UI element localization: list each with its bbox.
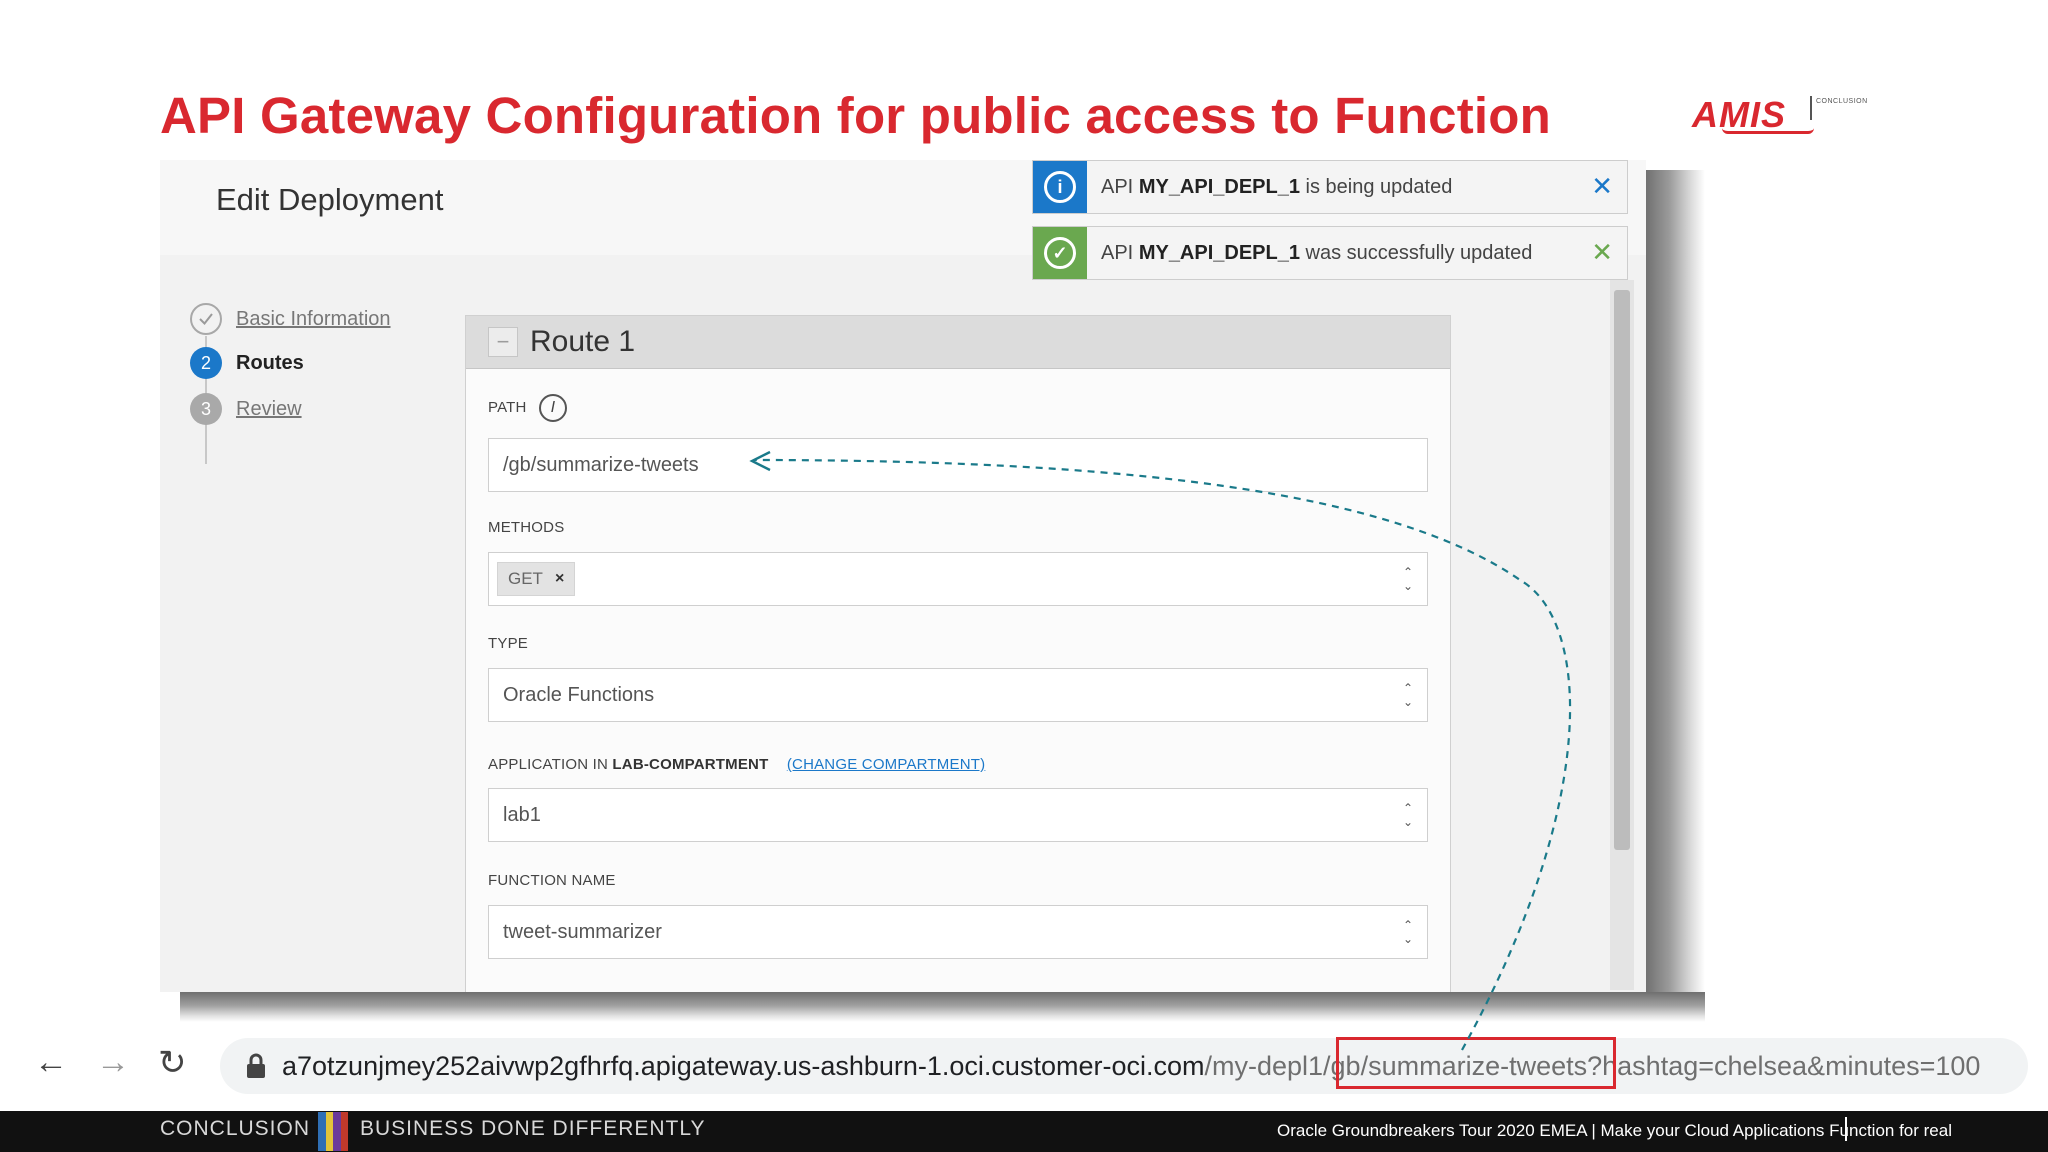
close-icon[interactable]: ✕ [1591,239,1613,265]
scrollbar[interactable] [1610,280,1634,990]
forward-arrow-icon[interactable]: → [96,1043,130,1082]
application-label: APPLICATION IN LAB-COMPARTMENT (CHANGE C… [488,756,985,773]
application-select[interactable]: lab1 ⌃ ⌄ [488,788,1428,842]
footer-event: Oracle Groundbreakers Tour 2020 EMEA | M… [1276,1121,1952,1140]
method-chip-label: GET [508,569,543,588]
address-bar[interactable]: a7otzunjmey252aivwp2gfhrfq.apigateway.us… [220,1038,2028,1094]
type-value: Oracle Functions [503,683,655,706]
path-value: /gb/summarize-tweets [503,453,699,476]
route-card: − Route 1 PATH i /gb/summarize-tweets ME… [465,315,1451,992]
text-cursor [1845,1117,1847,1141]
step-number: 2 [190,347,222,379]
route-title: Route 1 [530,325,636,358]
url-host: a7otzunjmey252aivwp2gfhrfq.apigateway.us… [282,1050,1205,1081]
url-query: ?hashtag=chelsea&minutes=100 [1587,1050,1981,1081]
back-arrow-icon[interactable]: ← [34,1043,68,1082]
select-arrows-icon: ⌃ ⌄ [1403,565,1413,593]
method-chip: GET × [497,562,576,596]
close-icon[interactable]: ✕ [1591,173,1613,199]
arrow-down-icon: ⌄ [1402,932,1413,946]
logo-tag: CONCLUSION [1816,98,1868,105]
function-name-select[interactable]: tweet-summarizer ⌃ ⌄ [488,905,1428,959]
edit-deployment-panel: Edit Deployment Basic Information 2 Rout… [160,160,1646,992]
step-review[interactable]: 3 Review [190,392,302,426]
notification-suffix: was successfully updated [1305,241,1533,264]
notification-prefix: API [1101,241,1134,264]
methods-select[interactable]: GET × ⌃ ⌄ [488,552,1428,606]
select-arrows-icon: ⌃ ⌄ [1403,918,1413,946]
collapse-button[interactable]: − [488,327,518,357]
notification-success: ✓ API MY_API_DEPL_1 was successfully upd… [1032,226,1628,280]
arrow-down-icon: ⌄ [1402,695,1413,709]
panel-shadow-bottom [180,992,1705,1022]
arrow-up-icon: ⌃ [1402,918,1413,932]
panel-shadow-right [1645,170,1705,1000]
type-label: TYPE [488,635,528,652]
type-select[interactable]: Oracle Functions ⌃ ⌄ [488,668,1428,722]
select-arrows-icon: ⌃ ⌄ [1403,801,1413,829]
arrow-down-icon: ⌄ [1402,815,1413,829]
path-label-text: PATH [488,398,527,416]
step-routes[interactable]: 2 Routes [190,346,304,380]
application-value: lab1 [503,803,541,826]
notification-text: API MY_API_DEPL_1 is being updated [1101,176,1452,199]
function-name-label: FUNCTION NAME [488,872,616,889]
footer-section: CONCLUSION [160,1117,311,1140]
remove-chip-icon[interactable]: × [555,570,564,588]
logo-swoosh [1722,128,1814,134]
arrow-up-icon: ⌃ [1402,681,1413,695]
url-route: /gb/summarize-tweets [1323,1050,1588,1081]
check-icon [190,303,222,335]
scrollbar-thumb[interactable] [1614,290,1630,850]
notification-prefix: API [1101,175,1134,198]
step-label[interactable]: Review [236,398,302,421]
url-deployment: /my-depl1 [1204,1050,1324,1081]
step-label: Routes [236,351,304,374]
path-input[interactable]: /gb/summarize-tweets [488,438,1428,492]
notification-suffix: is being updated [1305,175,1453,198]
footer-tagline: BUSINESS DONE DIFFERENTLY [360,1117,706,1140]
check-icon: ✓ [1033,227,1087,279]
step-number: 3 [190,393,222,425]
methods-label: METHODS [488,519,565,536]
deployment-name: MY_API_DEPL_1 [1138,175,1300,198]
arrow-down-icon: ⌄ [1402,579,1413,593]
deployment-name: MY_API_DEPL_1 [1138,241,1300,264]
route-header: − Route 1 [466,316,1450,369]
url-text: a7otzunjmey252aivwp2gfhrfq.apigateway.us… [282,1051,1980,1082]
info-icon: i [1033,161,1087,213]
info-icon-glyph: i [1044,171,1076,203]
slide-footer: CONCLUSION BUSINESS DONE DIFFERENTLY Ora… [0,1111,2048,1152]
path-label: PATH i [488,394,567,422]
arrow-up-icon: ⌃ [1402,801,1413,815]
logo-divider [1810,96,1812,120]
step-label[interactable]: Basic Information [236,308,391,331]
dialog-title: Edit Deployment [216,182,444,217]
slide-title: API Gateway Configuration for public acc… [160,87,1551,144]
footer-stripes [318,1112,348,1151]
application-label-compartment: LAB-COMPARTMENT [612,756,769,773]
notification-updating: i API MY_API_DEPL_1 is being updated ✕ [1032,160,1628,214]
arrow-up-icon: ⌃ [1402,565,1413,579]
notification-text: API MY_API_DEPL_1 was successfully updat… [1101,242,1532,265]
step-basic-information[interactable]: Basic Information [190,302,391,336]
amis-logo: AMIS CONCLUSION [1688,88,1898,148]
reload-icon[interactable]: ↻ [158,1043,187,1083]
check-icon-glyph: ✓ [1044,237,1076,269]
info-icon[interactable]: i [538,394,567,422]
select-arrows-icon: ⌃ ⌄ [1403,681,1413,709]
application-label-prefix: APPLICATION IN [488,756,609,773]
function-name-value: tweet-summarizer [503,920,662,943]
lock-icon [247,1053,265,1078]
change-compartment-link[interactable]: (CHANGE COMPARTMENT) [787,756,985,773]
